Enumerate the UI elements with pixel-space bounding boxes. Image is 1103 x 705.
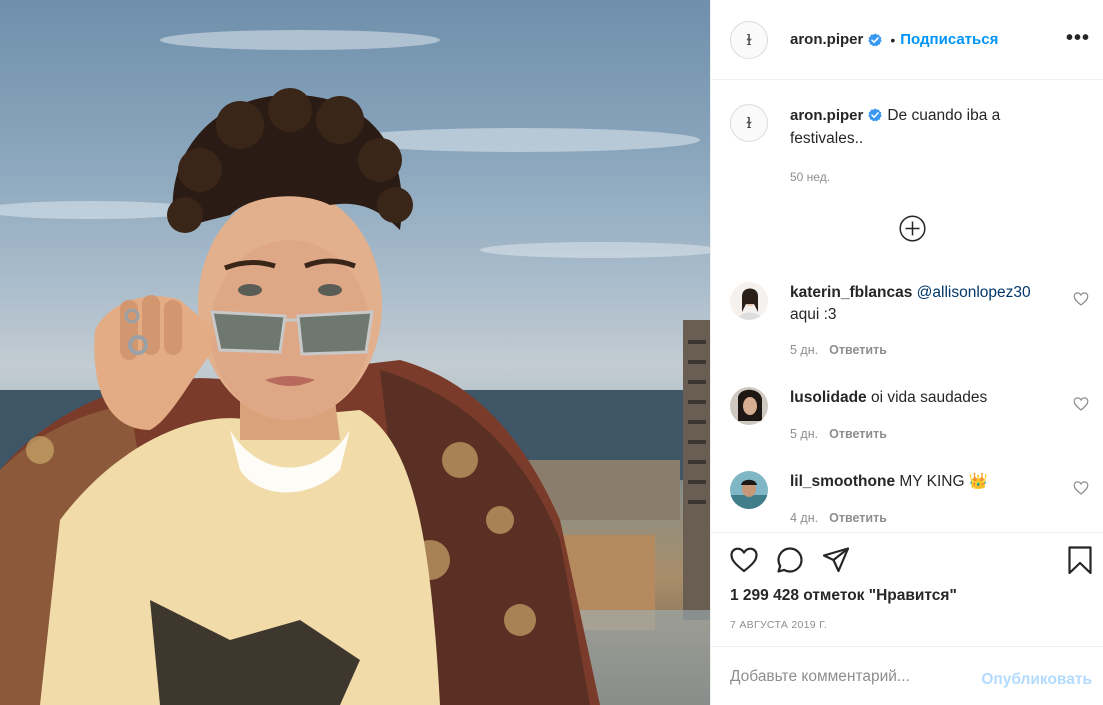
post-date[interactable]: 7 АВГУСТА 2019 Г.: [730, 619, 827, 631]
caption-author-avatar[interactable]: ɫ: [730, 104, 768, 142]
post-side-panel: ɫ aron.piper • Подписаться ••• ɫ aron.pi…: [710, 0, 1103, 705]
reply-button[interactable]: Ответить: [829, 427, 887, 441]
caption-timestamp[interactable]: 50 нед.: [790, 170, 830, 184]
comment-username[interactable]: lusolidade: [790, 389, 867, 406]
commenter-photo: [730, 387, 768, 425]
reply-button[interactable]: Ответить: [829, 343, 887, 357]
follow-button[interactable]: Подписаться: [900, 31, 998, 48]
author-username[interactable]: aron.piper: [790, 31, 863, 48]
caption-author-username[interactable]: aron.piper: [790, 107, 863, 124]
avatar-glyph: ɫ: [746, 30, 752, 49]
comment-item: lil_smoothone MY KING 👑: [730, 471, 1090, 509]
commenter-avatar[interactable]: [730, 387, 768, 425]
commenter-avatar[interactable]: [730, 471, 768, 509]
header-separator-dot: •: [890, 31, 896, 48]
post-header: ɫ aron.piper • Подписаться •••: [711, 0, 1103, 80]
comment-like-heart-icon[interactable]: [1073, 480, 1089, 496]
caption-body: aron.piper De cuando iba a festivales..: [790, 104, 1060, 150]
likes-count[interactable]: 1 299 428 отметок "Нравится": [730, 587, 957, 605]
actions-divider: [711, 532, 1103, 533]
commenter-avatar[interactable]: [730, 282, 768, 320]
heart-icon[interactable]: [729, 545, 759, 575]
reply-button[interactable]: Ответить: [829, 511, 887, 525]
verified-badge-icon: [868, 33, 883, 46]
comment-input[interactable]: [730, 665, 970, 689]
comment-meta: 5 дн. Ответить: [790, 427, 887, 441]
comment-item: katerin_fblancas @allisonlopez30 aqui :3: [730, 282, 1090, 326]
comment-mention[interactable]: @allisonlopez30: [917, 284, 1031, 301]
comment-username[interactable]: lil_smoothone: [790, 473, 895, 490]
comment-like-heart-icon[interactable]: [1073, 396, 1089, 412]
comment-body: lil_smoothone MY KING 👑: [790, 471, 1050, 509]
post-caption: ɫ aron.piper De cuando iba a festivales.…: [730, 104, 1090, 150]
comment-text: aqui :3: [790, 306, 837, 323]
author-avatar[interactable]: ɫ: [730, 20, 768, 59]
publish-button[interactable]: Опубликовать: [981, 671, 1092, 689]
comment-meta: 5 дн. Ответить: [790, 343, 887, 357]
comment-time[interactable]: 5 дн.: [790, 427, 818, 441]
portrait-illustration: [0, 30, 710, 705]
verified-badge-icon: [868, 108, 883, 122]
comment-text: oi vida saudades: [866, 389, 988, 406]
comment-like-heart-icon[interactable]: [1073, 291, 1089, 307]
commenter-photo: [730, 471, 768, 509]
post-photo[interactable]: [0, 0, 710, 705]
bookmark-icon[interactable]: [1065, 545, 1095, 575]
comment-bubble-icon[interactable]: [775, 545, 805, 575]
comment-body: lusolidade oi vida saudades: [790, 387, 1050, 425]
comment-text: MY KING 👑: [895, 473, 989, 490]
more-options-icon[interactable]: •••: [1066, 28, 1090, 48]
add-comment-bar: Опубликовать: [711, 646, 1103, 705]
comment-item: lusolidade oi vida saudades: [730, 387, 1090, 425]
comment-body: katerin_fblancas @allisonlopez30 aqui :3: [790, 282, 1050, 326]
comment-meta: 4 дн. Ответить: [790, 511, 887, 525]
post-action-bar: [729, 545, 1092, 577]
comment-time[interactable]: 5 дн.: [790, 343, 818, 357]
avatar-glyph: ɫ: [746, 114, 752, 132]
paper-plane-icon[interactable]: [821, 545, 851, 575]
commenter-photo: [730, 282, 768, 320]
comment-username[interactable]: katerin_fblancas: [790, 284, 912, 301]
comment-time[interactable]: 4 дн.: [790, 511, 818, 525]
plus-circle-icon[interactable]: [899, 215, 926, 242]
